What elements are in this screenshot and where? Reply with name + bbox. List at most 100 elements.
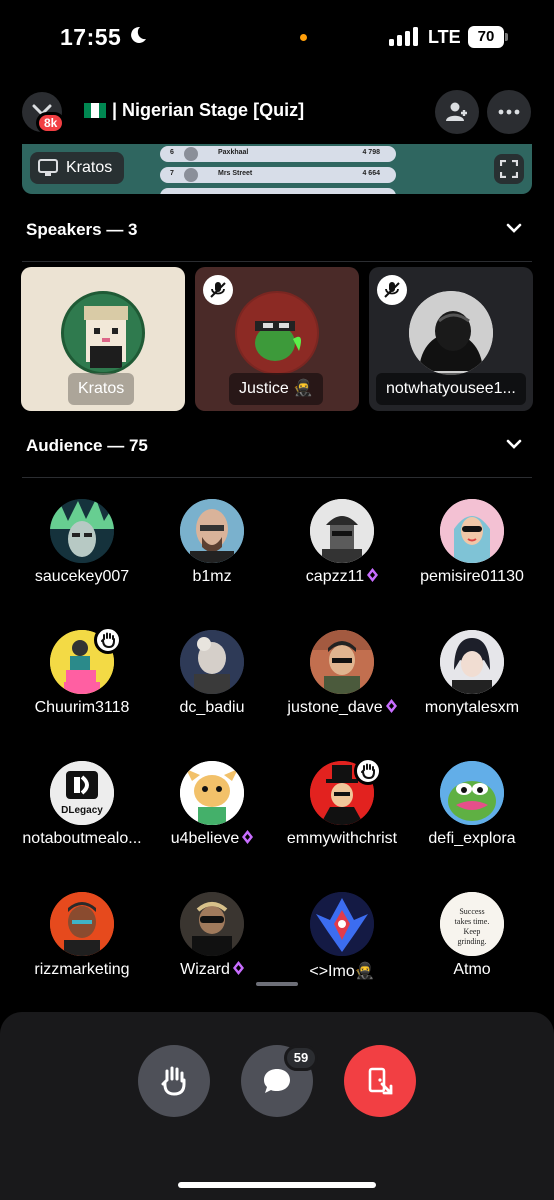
home-indicator[interactable]	[178, 1182, 376, 1188]
avatar	[180, 630, 244, 694]
audience-member[interactable]: b1mz	[152, 499, 272, 609]
more-options-button[interactable]	[487, 90, 531, 134]
avatar	[440, 630, 504, 694]
nigeria-flag-icon	[84, 103, 106, 118]
avatar: Success takes time. Keep grinding.	[440, 892, 504, 956]
chat-bubble-icon	[264, 1069, 290, 1093]
svg-text:Success: Success	[459, 907, 484, 916]
more-icon	[498, 109, 520, 115]
leaderboard-row: 6 Paxkhaal 4 798	[160, 146, 396, 162]
member-name: rizzmarketing	[34, 961, 130, 978]
chat-unread-badge: 59	[284, 1045, 318, 1071]
add-user-icon	[446, 102, 467, 121]
nitro-badge-icon	[242, 830, 254, 844]
member-name: justone_dave	[268, 699, 416, 717]
mic-in-use-indicator	[300, 34, 307, 41]
member-name: emmywithchrist	[286, 830, 398, 847]
audience-member[interactable]: pemisire01130	[412, 499, 532, 609]
battery-icon: 70	[468, 26, 508, 48]
streamer-name: Kratos	[66, 159, 113, 176]
member-name: Chuurim3118	[34, 699, 130, 716]
nitro-badge-icon	[232, 961, 244, 975]
streamer-label: Kratos	[30, 152, 125, 184]
invite-button[interactable]	[435, 90, 479, 134]
stage-header: 8k | Nigerian Stage [Quiz]	[0, 90, 554, 134]
member-name: Wizard	[138, 961, 286, 979]
leave-icon	[368, 1067, 393, 1095]
member-name: Atmo	[453, 961, 491, 978]
leaderboard-row: 7 Mrs Street 4 664	[160, 167, 396, 183]
audience-member[interactable]: saucekey007	[22, 499, 142, 609]
audience-member[interactable]: capzz11	[282, 499, 402, 609]
network-type: LTE	[428, 27, 461, 47]
member-name: pemisire01130	[420, 568, 524, 585]
speakers-count: Speakers — 3	[26, 220, 138, 239]
controls-panel	[0, 1012, 554, 1200]
screen-share-preview[interactable]: 6 Paxkhaal 4 798 7 Mrs Street 4 664 Krat…	[22, 144, 532, 194]
audience-member[interactable]: Success takes time. Keep grinding. Atmo	[412, 892, 532, 1002]
raise-hand-button[interactable]	[138, 1045, 210, 1117]
monitor-icon	[38, 159, 58, 176]
speaker-tile[interactable]: Justice 🥷	[195, 267, 359, 411]
divider	[22, 477, 532, 478]
avatar	[310, 892, 374, 956]
member-name: capzz11	[268, 568, 416, 586]
speaker-name: Kratos	[68, 373, 135, 405]
speaker-tile[interactable]: notwhatyousee1...	[369, 267, 533, 411]
battery-level: 70	[468, 26, 504, 48]
member-name: monytalesxm	[424, 699, 520, 716]
chevron-down-icon	[506, 439, 522, 449]
mic-muted-icon	[377, 275, 407, 305]
audience-member[interactable]: monytalesxm	[412, 630, 532, 740]
notification-badge: 8k	[36, 112, 66, 134]
avatar	[61, 291, 145, 375]
audience-member[interactable]: emmywithchrist	[282, 757, 402, 871]
member-name: u4believe	[138, 830, 286, 848]
avatar	[310, 499, 374, 563]
avatar	[50, 499, 114, 563]
status-time: 17:55	[60, 24, 122, 50]
divider	[22, 261, 532, 262]
avatar	[180, 761, 244, 825]
audience-member[interactable]: defi_explora	[412, 761, 532, 871]
member-name: <>Imo🥷	[309, 963, 375, 980]
leave-stage-button[interactable]	[344, 1045, 416, 1117]
fullscreen-icon	[500, 160, 518, 178]
speaker-name: Justice 🥷	[229, 373, 324, 405]
audience-member[interactable]: Wizard	[152, 892, 272, 1002]
hand-raised-icon	[354, 757, 382, 785]
audience-count: Audience — 75	[26, 436, 148, 455]
speaker-tile[interactable]: Kratos	[21, 267, 185, 411]
member-name: b1mz	[192, 568, 232, 585]
speaker-name: notwhatyousee1...	[376, 373, 526, 405]
speakers-section-header[interactable]: Speakers — 3	[26, 216, 530, 246]
member-name: defi_explora	[428, 830, 516, 847]
hand-raised-icon	[94, 626, 122, 654]
avatar	[180, 499, 244, 563]
fullscreen-button[interactable]	[494, 154, 524, 184]
avatar	[235, 291, 319, 375]
audience-member[interactable]: dc_badiu	[152, 630, 272, 740]
audience-member[interactable]: rizzmarketing	[22, 892, 142, 1002]
signal-icon	[389, 27, 419, 46]
avatar	[50, 892, 114, 956]
audience-member[interactable]: <>Imo🥷	[282, 892, 402, 1002]
svg-text:takes time.: takes time.	[455, 917, 490, 926]
avatar	[180, 892, 244, 956]
audience-member[interactable]: justone_dave	[282, 630, 402, 740]
audience-member[interactable]: Chuurim3118	[22, 626, 142, 740]
svg-text:DLegacy: DLegacy	[61, 805, 103, 816]
status-bar: 17:55 LTE 70	[0, 0, 554, 76]
stage-title-text: | Nigerian Stage [Quiz]	[112, 100, 305, 120]
stage-title: | Nigerian Stage [Quiz]	[84, 100, 304, 121]
hand-icon	[161, 1066, 186, 1096]
audience-member[interactable]: DLegacy notaboutmealo...	[22, 761, 142, 871]
audience-member[interactable]: u4believe	[152, 761, 272, 871]
member-name: dc_badiu	[179, 699, 245, 716]
nitro-badge-icon	[385, 699, 397, 713]
moon-icon	[131, 26, 146, 43]
mic-muted-icon	[203, 275, 233, 305]
scroll-indicator	[256, 982, 298, 986]
audience-section-header[interactable]: Audience — 75	[26, 432, 530, 462]
member-name: saucekey007	[34, 568, 130, 585]
